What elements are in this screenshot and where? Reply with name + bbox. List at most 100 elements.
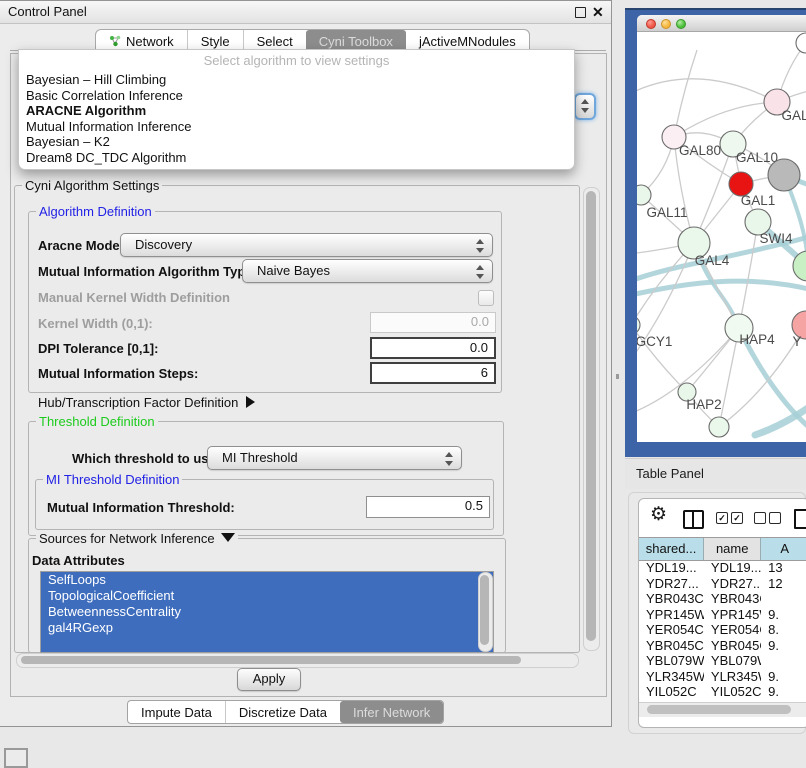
algorithm-definition-title: Algorithm Definition — [36, 204, 155, 219]
columns-icon[interactable] — [683, 510, 704, 529]
float-icon[interactable] — [575, 7, 586, 18]
table-cell — [761, 591, 806, 607]
mi-threshold-field[interactable]: 0.5 — [366, 496, 490, 518]
which-threshold-value: MI Threshold — [222, 450, 298, 465]
bottom-tab-discretize-data[interactable]: Discretize Data — [225, 701, 340, 723]
stepper-arrows-icon — [475, 264, 484, 280]
node-label: GAL — [781, 108, 806, 123]
table-panel-titlebar[interactable]: Table Panel — [625, 458, 806, 489]
table-cell: YPR145W — [704, 607, 761, 623]
table-cell: YIL052C — [639, 684, 704, 699]
algorithm-option[interactable]: Dream8 DC_TDC Algorithm — [19, 150, 574, 166]
table-cell: YBR045C — [704, 638, 761, 654]
table-cell: YBR043C — [639, 591, 704, 607]
mi-type-value: Naive Bayes — [257, 263, 330, 278]
network-node-gcy1[interactable] — [637, 316, 640, 334]
table-row[interactable]: YPR145WYPR145W9. — [639, 607, 806, 623]
table-cell: YDR27... — [639, 576, 704, 592]
which-threshold-select[interactable]: MI Threshold — [207, 446, 462, 470]
network-node[interactable] — [796, 33, 806, 53]
select-all-checkbox-icon[interactable]: ✓ — [716, 512, 728, 524]
attribute-item[interactable] — [41, 636, 493, 652]
column-header[interactable]: name — [704, 538, 761, 560]
node-label: HAP4 — [739, 332, 775, 347]
settings-horizontal-scrollbar[interactable] — [16, 653, 579, 668]
table-cell: 13 — [761, 560, 806, 576]
network-window-titlebar[interactable] — [637, 15, 806, 32]
network-node[interactable] — [709, 417, 729, 437]
deselect-all-checkbox-icon[interactable] — [754, 512, 766, 524]
node-label: GAL4 — [695, 253, 730, 268]
network-view-window: GALGAL80GAL10GAL1GAL11SWI4GAL4GCY1HAP4YH… — [625, 8, 806, 457]
table-row[interactable]: YDR27...YDR27...12 — [639, 576, 806, 592]
network-edge[interactable] — [755, 400, 806, 435]
minimize-traffic-light-icon[interactable] — [661, 19, 671, 29]
manual-kernel-checkbox[interactable] — [478, 290, 494, 306]
table-row[interactable]: YBL079WYBL079W — [639, 653, 806, 669]
attribute-item[interactable]: BetweennessCentrality — [41, 604, 493, 620]
algorithm-option[interactable]: ARACNE Algorithm — [19, 103, 574, 119]
deselect-all-checkbox-icon[interactable] — [769, 512, 781, 524]
aracne-mode-select[interactable]: Discovery — [120, 233, 493, 257]
algorithm-option[interactable]: Bayesian – Hill Climbing — [19, 72, 574, 88]
table-row[interactable]: YER054CYER054C8. — [639, 622, 806, 638]
algorithm-option[interactable]: Mutual Information Inference — [19, 119, 574, 135]
node-label: GAL11 — [646, 205, 687, 220]
control-panel-titlebar[interactable]: Control Panel ✕ — [0, 1, 611, 24]
kernel-width-field[interactable]: 0.0 — [370, 312, 496, 333]
select-all-checkbox-icon[interactable]: ✓ — [731, 512, 743, 524]
node-label: Y — [792, 334, 801, 349]
page-icon[interactable] — [794, 509, 806, 529]
network-canvas[interactable]: GALGAL80GAL10GAL1GAL11SWI4GAL4GCY1HAP4YH… — [637, 32, 806, 442]
attribute-item[interactable]: gal4RGexp — [41, 620, 493, 636]
mi-type-select[interactable]: Naive Bayes — [242, 259, 493, 283]
attribute-item[interactable]: TopologicalCoefficient — [41, 588, 493, 604]
settings-vertical-scrollbar[interactable] — [583, 187, 600, 651]
table-cell: 9. — [761, 684, 806, 699]
attribute-item[interactable]: SelfLoops — [41, 572, 493, 588]
table-cell: 9. — [761, 669, 806, 685]
network-node[interactable] — [768, 159, 800, 191]
control-panel-window: Control Panel ✕ NetworkStyleSelectCyni T… — [0, 0, 612, 727]
table-cell: YBR043C — [704, 591, 761, 607]
table-row[interactable]: YBR043CYBR043C — [639, 591, 806, 607]
splitter-handle[interactable] — [616, 374, 619, 379]
mi-type-label: Mutual Information Algorithm Type: — [38, 264, 257, 279]
table-header-row: shared...nameA — [639, 537, 806, 561]
bottom-tab-infer-network[interactable]: Infer Network — [340, 701, 443, 723]
table-cell — [761, 653, 806, 669]
close-traffic-light-icon[interactable] — [646, 19, 656, 29]
table-row[interactable]: YBR045CYBR045C9. — [639, 638, 806, 654]
network-edge[interactable] — [637, 79, 777, 102]
table-cell: YDR27... — [704, 576, 761, 592]
gear-icon[interactable]: ⚙ — [650, 503, 667, 526]
network-edge[interactable] — [739, 222, 758, 328]
minimized-panel-chip[interactable] — [4, 748, 28, 768]
column-header[interactable]: shared... — [639, 538, 704, 560]
zoom-traffic-light-icon[interactable] — [676, 19, 686, 29]
algorithm-combobox-stepper[interactable] — [574, 93, 596, 120]
algorithm-option[interactable]: Bayesian – K2 — [19, 134, 574, 150]
algorithm-option[interactable]: Basic Correlation Inference — [19, 88, 574, 104]
apply-button[interactable]: Apply — [237, 668, 301, 691]
column-header[interactable]: A — [761, 538, 806, 560]
table-row[interactable]: YDL19...YDL19...13 — [639, 560, 806, 576]
bottom-tab-impute-data[interactable]: Impute Data — [128, 701, 225, 723]
network-edge[interactable] — [674, 50, 697, 137]
table-horizontal-scrollbar[interactable] — [639, 702, 806, 717]
mi-steps-field[interactable]: 6 — [370, 362, 496, 384]
which-threshold-label: Which threshold to use: — [72, 451, 220, 466]
node-label: SWI4 — [759, 231, 792, 246]
table-row[interactable]: YLR345WYLR345W9. — [639, 669, 806, 685]
threshold-definition-title: Threshold Definition — [36, 414, 158, 429]
stepper-arrows-icon — [475, 238, 484, 254]
sources-group-title[interactable]: Sources for Network Inference — [36, 531, 238, 546]
network-edge[interactable] — [674, 102, 777, 137]
hub-definition-section[interactable]: Hub/Transcription Factor Definition — [38, 394, 255, 412]
dpi-tolerance-field[interactable]: 0.0 — [370, 337, 496, 359]
network-edge[interactable] — [719, 328, 739, 427]
table-row[interactable]: YIL052CYIL052C9. — [639, 684, 806, 699]
close-icon[interactable]: ✕ — [592, 3, 604, 21]
data-attributes-list[interactable]: SelfLoopsTopologicalCoefficientBetweenne… — [40, 571, 494, 653]
attributes-list-scrollbar[interactable] — [478, 572, 493, 652]
